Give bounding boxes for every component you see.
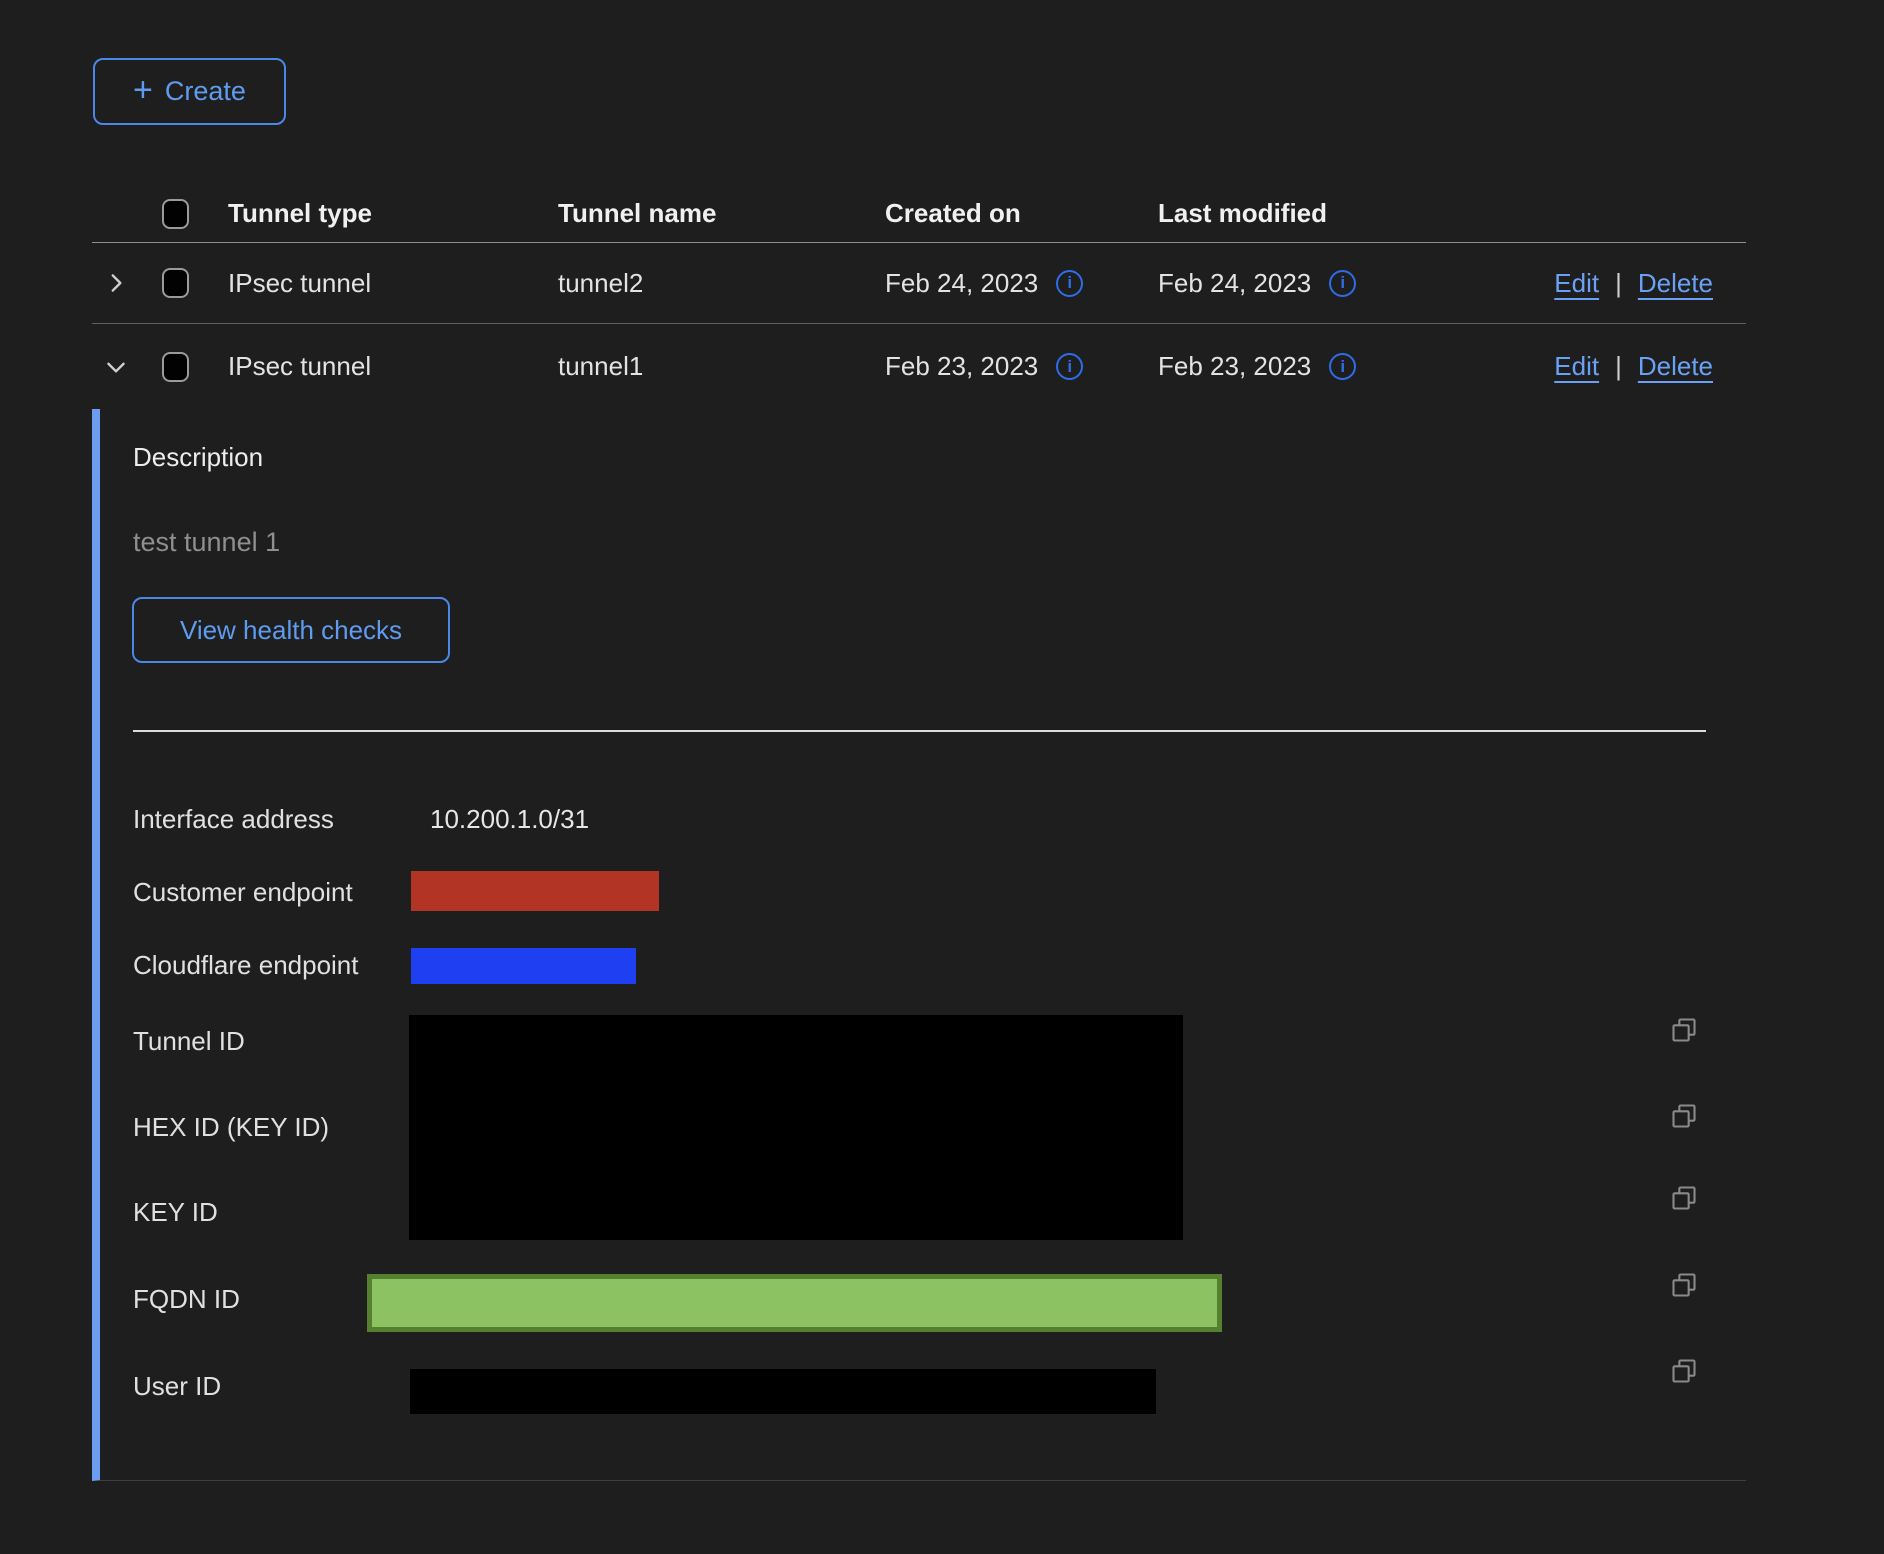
tunnel-name-cell: tunnel1: [558, 351, 885, 382]
table-header-row: Tunnel type Tunnel name Created on Last …: [92, 185, 1746, 243]
fqdn-id-redacted-value: [367, 1274, 1222, 1332]
header-tunnel-type: Tunnel type: [228, 198, 558, 229]
copy-icon: [1670, 1184, 1698, 1212]
copy-user-id-button[interactable]: [1670, 1357, 1698, 1385]
tunnel-detail-panel: Description test tunnel 1 View health ch…: [92, 409, 1746, 1481]
tunnel-id-label: Tunnel ID: [133, 1026, 245, 1056]
description-label: Description: [133, 442, 263, 473]
edit-link[interactable]: Edit: [1554, 268, 1599, 299]
tunnel-type-cell: IPsec tunnel: [228, 351, 558, 382]
user-id-redacted-value: [410, 1369, 1156, 1414]
info-icon[interactable]: i: [1329, 353, 1356, 380]
expand-row-button[interactable]: [103, 270, 129, 296]
cloudflare-endpoint-redacted-value: [411, 948, 636, 984]
copy-icon: [1670, 1102, 1698, 1130]
header-checkbox-cell: [162, 199, 228, 229]
interface-address-label: Interface address: [133, 804, 334, 834]
copy-hex-id-button[interactable]: [1670, 1102, 1698, 1130]
header-tunnel-name: Tunnel name: [558, 198, 885, 229]
description-value: test tunnel 1: [133, 527, 280, 558]
user-id-label: User ID: [133, 1371, 221, 1401]
tunnels-page: + Create Tunnel type Tunnel name Created…: [0, 0, 1884, 1554]
copy-icon: [1670, 1271, 1698, 1299]
copy-fqdn-id-button[interactable]: [1670, 1271, 1698, 1299]
info-icon[interactable]: i: [1329, 270, 1356, 297]
chevron-down-icon: [103, 354, 129, 380]
collapse-row-button[interactable]: [103, 354, 129, 380]
key-id-label: KEY ID: [133, 1197, 218, 1227]
section-divider: [133, 730, 1706, 732]
link-separator: |: [1615, 268, 1622, 299]
fqdn-id-label: FQDN ID: [133, 1284, 240, 1314]
info-icon[interactable]: i: [1056, 353, 1083, 380]
edit-link[interactable]: Edit: [1554, 351, 1599, 382]
select-all-checkbox[interactable]: [162, 199, 189, 229]
last-modified-cell: Feb 24, 2023: [1158, 268, 1311, 299]
create-button[interactable]: + Create: [93, 58, 286, 125]
customer-endpoint-label: Customer endpoint: [133, 877, 353, 907]
tunnels-table: Tunnel type Tunnel name Created on Last …: [92, 185, 1746, 1481]
info-icon[interactable]: i: [1056, 270, 1083, 297]
table-row: IPsec tunnel tunnel2 Feb 24, 2023 i Feb …: [92, 243, 1746, 324]
copy-tunnel-id-button[interactable]: [1670, 1016, 1698, 1044]
header-created-on: Created on: [885, 198, 1158, 229]
hex-id-label: HEX ID (KEY ID): [133, 1112, 329, 1142]
plus-icon: +: [133, 73, 153, 107]
interface-address-value: 10.200.1.0/31: [430, 804, 589, 834]
view-health-checks-button[interactable]: View health checks: [132, 597, 450, 663]
row-checkbox[interactable]: [162, 352, 189, 382]
last-modified-cell: Feb 23, 2023: [1158, 351, 1311, 382]
customer-endpoint-redacted-value: [411, 871, 659, 911]
created-on-cell: Feb 23, 2023: [885, 351, 1038, 382]
tunnel-name-cell: tunnel2: [558, 268, 885, 299]
header-last-modified: Last modified: [1158, 198, 1418, 229]
copy-icon: [1670, 1016, 1698, 1044]
copy-icon: [1670, 1357, 1698, 1385]
create-button-label: Create: [165, 76, 246, 107]
table-row: IPsec tunnel tunnel1 Feb 23, 2023 i Feb …: [92, 324, 1746, 409]
copy-key-id-button[interactable]: [1670, 1184, 1698, 1212]
chevron-right-icon: [103, 270, 129, 296]
delete-link[interactable]: Delete: [1638, 351, 1713, 382]
delete-link[interactable]: Delete: [1638, 268, 1713, 299]
created-on-cell: Feb 24, 2023: [885, 268, 1038, 299]
row-checkbox[interactable]: [162, 268, 189, 298]
tunnel-type-cell: IPsec tunnel: [228, 268, 558, 299]
tunnel-id-redacted-value: [409, 1015, 1183, 1240]
link-separator: |: [1615, 351, 1622, 382]
cloudflare-endpoint-label: Cloudflare endpoint: [133, 950, 359, 980]
